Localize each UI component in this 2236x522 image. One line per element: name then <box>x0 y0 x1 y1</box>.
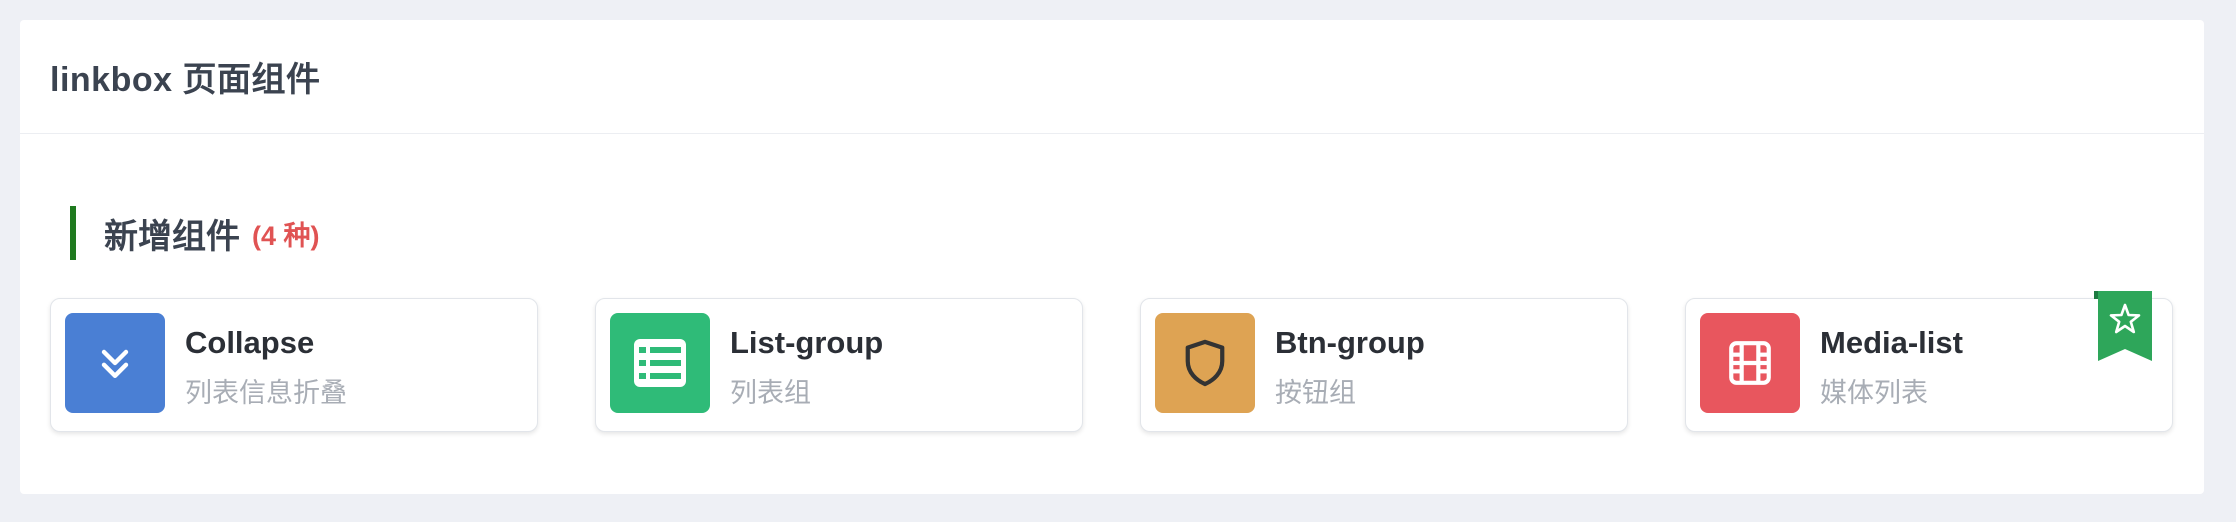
card-name: Btn-group <box>1275 325 1425 360</box>
component-card-collapse[interactable]: Collapse 列表信息折叠 <box>50 298 538 432</box>
card-description: 列表组 <box>730 378 811 408</box>
component-card-btn-group[interactable]: Btn-group 按钮组 <box>1140 298 1628 432</box>
table-list-icon <box>610 313 710 413</box>
component-card-media-list[interactable]: Media-list 媒体列表 <box>1685 291 2173 432</box>
card-name: Collapse <box>185 325 315 360</box>
panel-title: linkbox 页面组件 <box>50 61 321 99</box>
card-name: Media-list <box>1820 325 1963 360</box>
card-name: List-group <box>730 325 884 360</box>
card-description: 列表信息折叠 <box>185 378 347 408</box>
card-description: 按钮组 <box>1275 378 1356 408</box>
shield-icon <box>1155 313 1255 413</box>
star-bookmark-icon <box>2094 291 2152 361</box>
section-count: (4 种) <box>252 220 320 251</box>
linkbox-panel: linkbox 页面组件 新增组件 (4 种) Collapse 列表信息折叠 <box>20 20 2204 494</box>
section-heading: 新增组件 (4 种) <box>70 206 320 260</box>
film-icon <box>1700 313 1800 413</box>
section-title: 新增组件 <box>104 217 240 256</box>
panel-header: linkbox 页面组件 <box>20 20 2204 134</box>
component-card-list-group[interactable]: List-group 列表组 <box>595 298 1083 432</box>
chevrons-down-icon <box>65 313 165 413</box>
card-description: 媒体列表 <box>1820 378 1928 408</box>
